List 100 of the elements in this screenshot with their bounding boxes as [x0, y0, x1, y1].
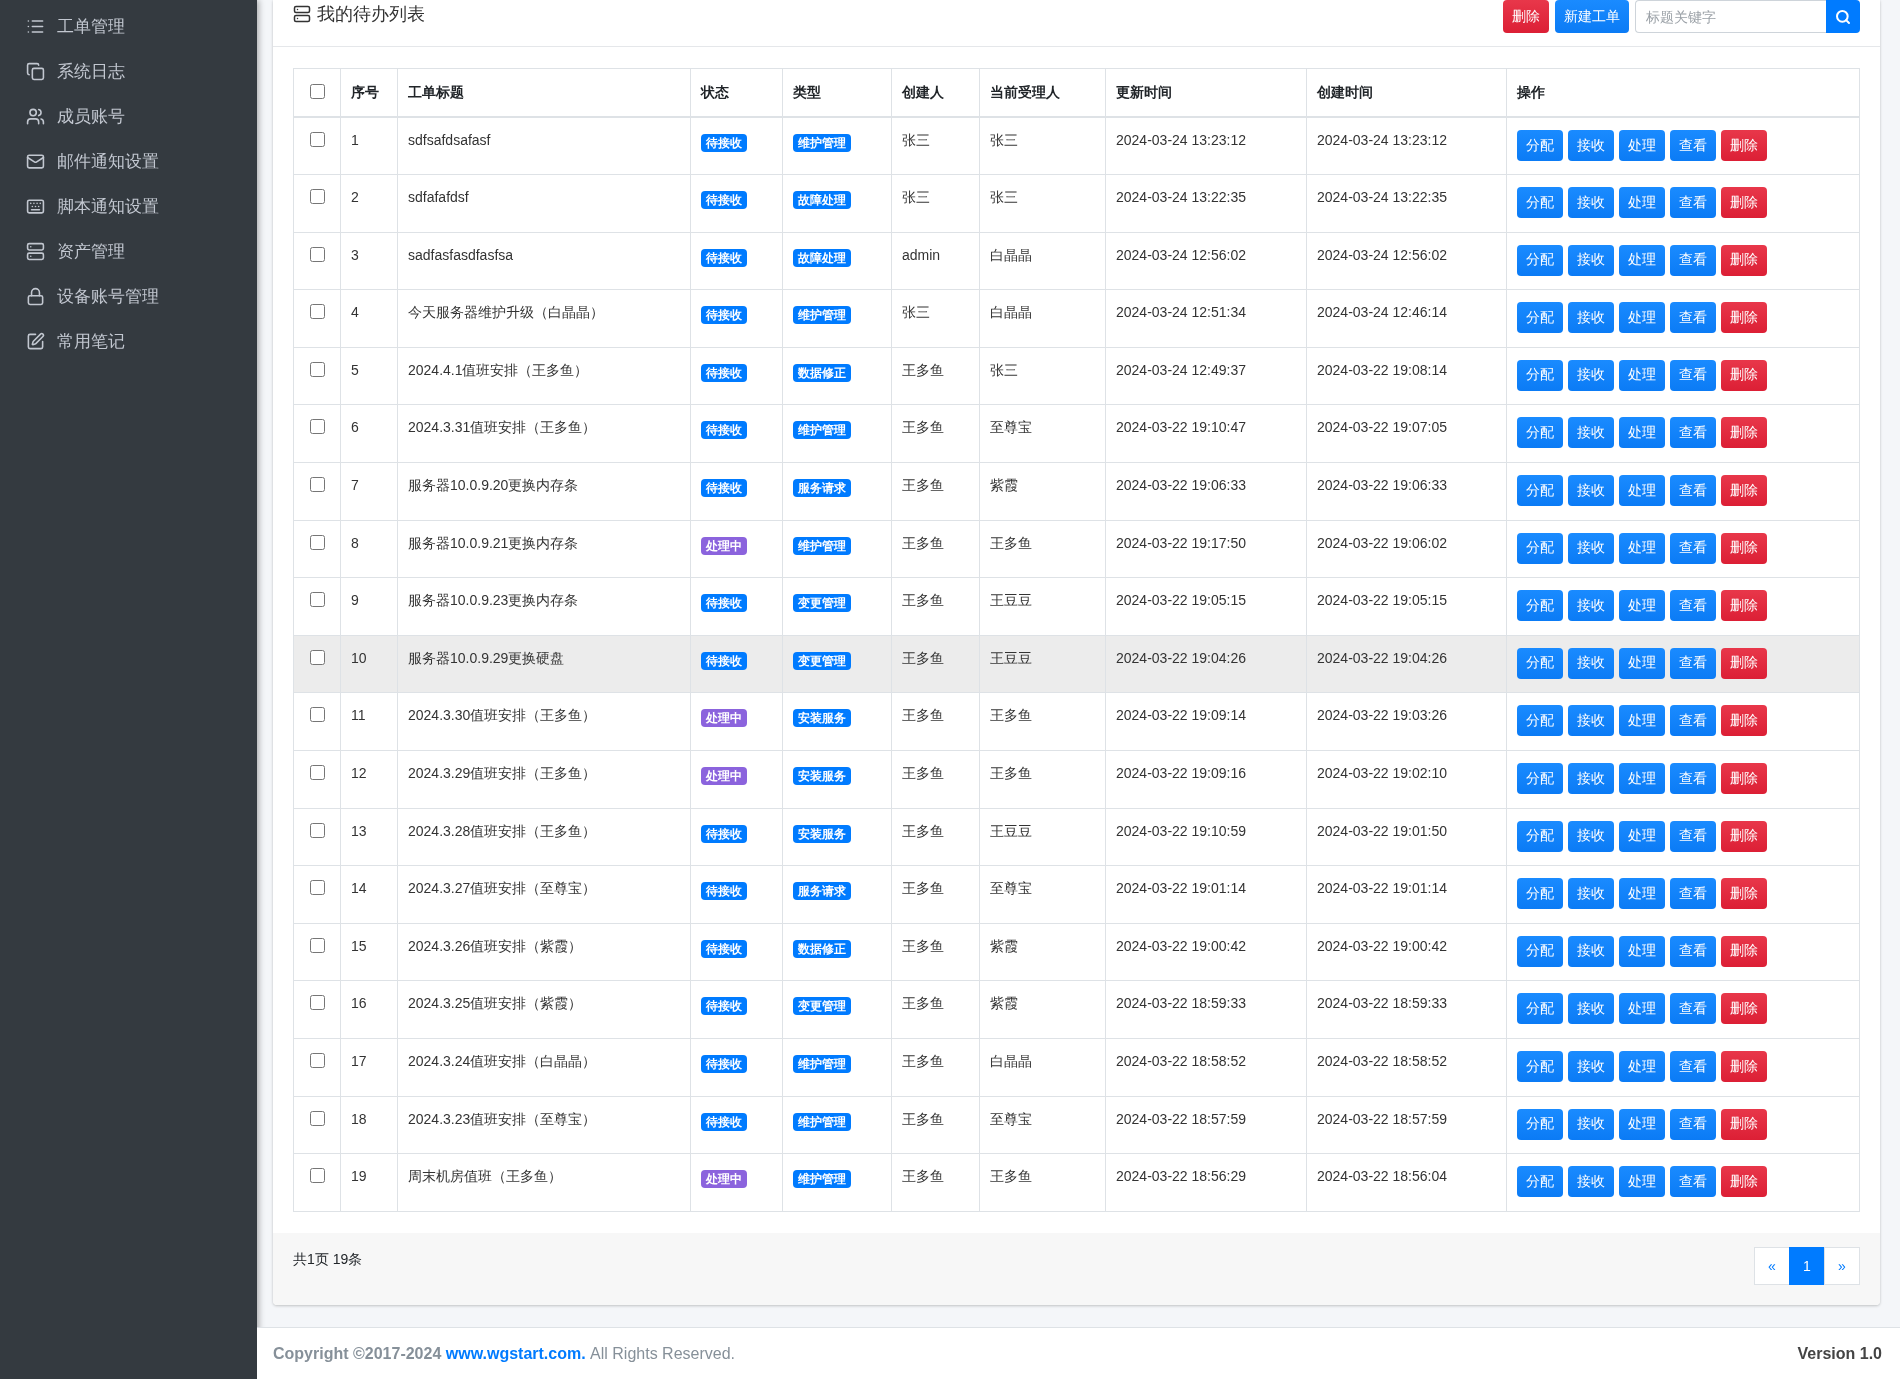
action-button[interactable]: 接收: [1568, 417, 1614, 449]
action-button[interactable]: 查看: [1670, 1051, 1716, 1082]
sidebar-item[interactable]: 设备账号管理: [0, 274, 257, 319]
action-button[interactable]: 接收: [1568, 1166, 1614, 1198]
action-button[interactable]: 处理: [1619, 993, 1665, 1025]
delete-button[interactable]: 删除: [1721, 302, 1767, 334]
sidebar-item[interactable]: 成员账号: [0, 94, 257, 139]
action-button[interactable]: 查看: [1670, 935, 1716, 967]
row-checkbox[interactable]: [310, 246, 325, 262]
action-button[interactable]: 分配: [1517, 187, 1563, 219]
row-checkbox[interactable]: [310, 765, 325, 781]
search-field[interactable]: 标题关键字: [1635, 0, 1826, 33]
action-button[interactable]: 接收: [1568, 187, 1614, 219]
action-button[interactable]: 分配: [1517, 993, 1563, 1025]
action-button[interactable]: 分配: [1517, 475, 1563, 507]
action-button[interactable]: 接收: [1568, 993, 1614, 1025]
action-button[interactable]: 接收: [1568, 1108, 1614, 1140]
action-button[interactable]: 处理: [1619, 532, 1665, 564]
action-button[interactable]: 接收: [1568, 130, 1614, 161]
action-button[interactable]: 分配: [1517, 532, 1563, 564]
new-ticket-button[interactable]: 新建工单: [1555, 0, 1629, 33]
action-button[interactable]: 处理: [1619, 820, 1665, 852]
action-button[interactable]: 分配: [1517, 1108, 1563, 1140]
delete-button[interactable]: 删除: [1721, 1051, 1767, 1082]
page-button[interactable]: «: [1754, 1246, 1790, 1285]
delete-button[interactable]: 删除: [1721, 1108, 1767, 1140]
delete-button[interactable]: 删除: [1721, 935, 1767, 967]
action-button[interactable]: 分配: [1517, 1051, 1563, 1082]
delete-button[interactable]: 删除: [1721, 475, 1767, 507]
action-button[interactable]: 接收: [1568, 244, 1614, 276]
delete-button[interactable]: 删除: [1721, 647, 1767, 679]
action-button[interactable]: 查看: [1670, 763, 1716, 795]
row-checkbox[interactable]: [310, 649, 325, 665]
delete-button[interactable]: 删除: [1721, 532, 1767, 564]
row-checkbox[interactable]: [310, 880, 325, 896]
action-button[interactable]: 处理: [1619, 763, 1665, 795]
action-button[interactable]: 查看: [1670, 359, 1716, 391]
row-checkbox[interactable]: [310, 419, 325, 435]
row-checkbox[interactable]: [310, 995, 325, 1011]
row-checkbox[interactable]: [310, 189, 325, 205]
action-button[interactable]: 接收: [1568, 1051, 1614, 1082]
action-button[interactable]: 查看: [1670, 532, 1716, 564]
action-button[interactable]: 查看: [1670, 130, 1716, 161]
action-button[interactable]: 分配: [1517, 130, 1563, 161]
sidebar-item[interactable]: 邮件通知设置: [0, 139, 257, 184]
delete-button[interactable]: 删除: [1721, 130, 1767, 161]
sidebar-item[interactable]: 系统日志: [0, 49, 257, 94]
row-checkbox[interactable]: [310, 707, 325, 723]
action-button[interactable]: 接收: [1568, 820, 1614, 852]
row-checkbox[interactable]: [310, 1053, 325, 1068]
action-button[interactable]: 查看: [1670, 1108, 1716, 1140]
row-checkbox[interactable]: [310, 534, 325, 550]
row-checkbox[interactable]: [310, 937, 325, 953]
action-button[interactable]: 分配: [1517, 935, 1563, 967]
page-button[interactable]: »: [1824, 1246, 1860, 1285]
row-checkbox[interactable]: [310, 361, 325, 377]
page-button[interactable]: 1: [1789, 1246, 1825, 1285]
action-button[interactable]: 处理: [1619, 590, 1665, 622]
action-button[interactable]: 分配: [1517, 302, 1563, 334]
action-button[interactable]: 接收: [1568, 763, 1614, 795]
action-button[interactable]: 分配: [1517, 417, 1563, 449]
action-button[interactable]: 查看: [1670, 590, 1716, 622]
action-button[interactable]: 查看: [1670, 417, 1716, 449]
sidebar-item[interactable]: 工单管理: [0, 4, 257, 49]
row-checkbox[interactable]: [310, 592, 325, 608]
sidebar-item[interactable]: 资产管理: [0, 229, 257, 274]
action-button[interactable]: 处理: [1619, 130, 1665, 161]
action-button[interactable]: 查看: [1670, 187, 1716, 219]
action-button[interactable]: 接收: [1568, 359, 1614, 391]
delete-button[interactable]: 删除: [1721, 359, 1767, 391]
delete-button[interactable]: 删除: [1721, 590, 1767, 622]
action-button[interactable]: 分配: [1517, 359, 1563, 391]
action-button[interactable]: 处理: [1619, 935, 1665, 967]
action-button[interactable]: 分配: [1517, 1166, 1563, 1198]
row-checkbox[interactable]: [310, 132, 325, 147]
delete-button[interactable]: 删除: [1721, 417, 1767, 449]
action-button[interactable]: 处理: [1619, 475, 1665, 507]
action-button[interactable]: 查看: [1670, 820, 1716, 852]
delete-button[interactable]: 删除: [1721, 878, 1767, 910]
action-button[interactable]: 处理: [1619, 244, 1665, 276]
action-button[interactable]: 处理: [1619, 1166, 1665, 1198]
action-button[interactable]: 处理: [1619, 302, 1665, 334]
action-button[interactable]: 查看: [1670, 475, 1716, 507]
action-button[interactable]: 处理: [1619, 705, 1665, 737]
delete-button[interactable]: 删除: [1503, 0, 1549, 33]
row-checkbox[interactable]: [310, 1110, 325, 1126]
action-button[interactable]: 接收: [1568, 532, 1614, 564]
delete-button[interactable]: 删除: [1721, 820, 1767, 852]
delete-button[interactable]: 删除: [1721, 763, 1767, 795]
action-button[interactable]: 分配: [1517, 705, 1563, 737]
delete-button[interactable]: 删除: [1721, 993, 1767, 1025]
action-button[interactable]: 查看: [1670, 878, 1716, 910]
action-button[interactable]: 接收: [1568, 302, 1614, 334]
action-button[interactable]: 接收: [1568, 475, 1614, 507]
action-button[interactable]: 分配: [1517, 590, 1563, 622]
action-button[interactable]: 分配: [1517, 820, 1563, 852]
action-button[interactable]: 查看: [1670, 302, 1716, 334]
action-button[interactable]: 接收: [1568, 935, 1614, 967]
action-button[interactable]: 处理: [1619, 647, 1665, 679]
action-button[interactable]: 接收: [1568, 590, 1614, 622]
